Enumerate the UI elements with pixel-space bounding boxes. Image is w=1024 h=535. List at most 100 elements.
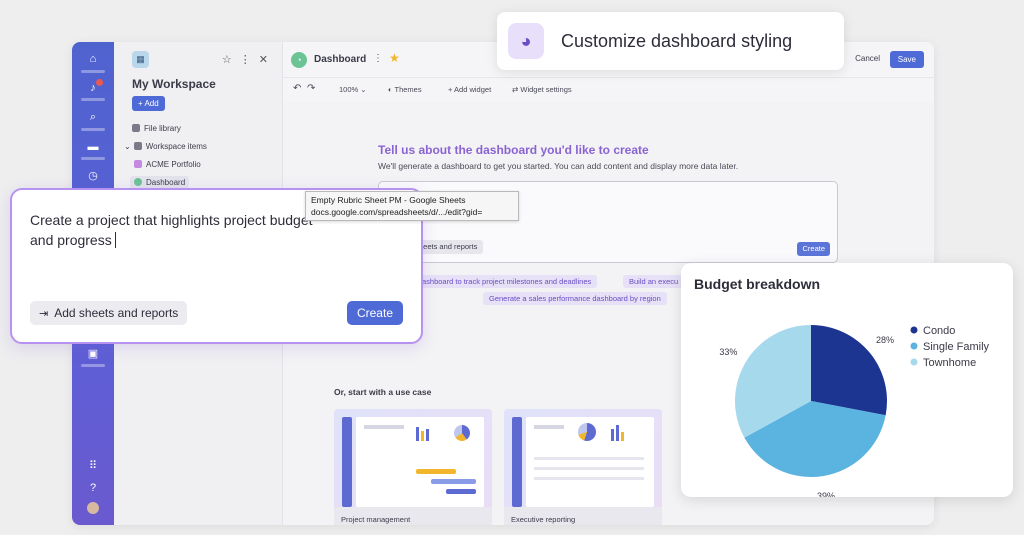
notification-badge [96,79,103,86]
rail-divider [81,128,105,131]
thumb-line [364,425,404,429]
cancel-button[interactable]: Cancel [855,54,880,63]
legend-label: Townhome [923,357,976,369]
thumb-sidebar [342,417,352,507]
thumb-page [526,417,654,507]
usecase-thumbnail [504,409,662,507]
sidebar-item-label: Workspace items [145,142,207,151]
themes-button[interactable]: ◐ Themes [388,85,422,94]
pie-chart: 28% 39% 33% Condo Single Family Townhome [719,325,990,497]
workspace-logo-icon: ▦ [132,51,149,68]
usecase-card-executive-reporting[interactable]: Executive reporting [504,409,662,525]
toolbar: ↶ ↷ 100% ⌄ ◐ Themes + Add widget ⇄ Widge… [283,78,934,102]
dashboard-icon: ◔ [291,52,307,68]
canvas-subheading: We'll generate a dashboard to get you st… [378,161,739,171]
save-button[interactable]: Save [889,51,924,68]
sidebar-item-label: Dashboard [146,178,186,187]
search-icon[interactable]: ⌕ [85,110,101,124]
thumb-gantt [416,469,456,474]
rail-divider [81,157,105,160]
budget-chart-card: Budget breakdown 28% 39% 33% Condo Single Fa… [681,263,1013,497]
legend-swatch [910,342,918,350]
rail-divider [81,70,105,73]
thumb-bar [421,431,424,441]
text-cursor [114,232,117,248]
import-icon: ⇥ [39,308,49,320]
pie-value-label: 28% [876,335,894,345]
dashboard-icon [134,178,142,186]
thumb-line [534,477,644,480]
thumb-bar [616,425,619,441]
thumb-page [356,417,484,507]
customize-banner: ◕ Customize dashboard styling [497,12,844,70]
suggestion-chip[interactable]: Generate a sales performance dashboard b… [483,292,667,305]
prompt-input[interactable]: Create a project that highlights project… [30,210,320,250]
legend-label: Condo [923,325,955,337]
portfolio-icon [134,160,142,168]
file-library-icon [132,124,140,132]
chevron-down-icon: ⌄ [124,142,131,151]
help-icon[interactable]: ? [85,481,101,495]
legend-swatch [910,326,918,334]
suggestion-chip[interactable]: Build an execu [623,275,685,288]
avatar[interactable] [87,502,99,514]
canvas-heading: Tell us about the dashboard you'd like t… [378,143,649,157]
customize-label: Customize dashboard styling [561,31,793,51]
home-icon[interactable]: ⌂ [85,52,101,66]
prompt-text: Create a project that highlights project… [30,212,313,248]
more-options-icon[interactable]: ⋮ [373,53,383,64]
folder-icon [133,142,142,150]
tooltip-url: docs.google.com/spreadsheets/d/.../edit?… [311,207,483,217]
page-title: Dashboard [314,54,367,65]
pie-value-label: 39% [817,491,835,497]
sidebar-tools: ☆⋮✕ [221,54,276,66]
zoom-value: 100% [339,85,359,94]
rail-divider [81,364,105,367]
thumb-line [534,457,644,460]
sidebar-item-label: ACME Portfolio [146,160,201,169]
usecase-label: Executive reporting [511,515,576,524]
thumb-sidebar [512,417,522,507]
sidebar-item-label: File library [144,124,181,133]
add-sheets-label: Add sheets and reports [54,306,179,320]
image-icon[interactable]: ▣ [85,347,101,361]
thumb-gantt [446,489,476,494]
rail-divider [81,98,105,101]
add-sheets-button[interactable]: heets and reports [413,240,484,254]
clock-icon[interactable]: ◷ [85,169,101,183]
add-widget-button[interactable]: + Add widget [448,85,491,94]
create-button[interactable]: Create [797,242,830,256]
sidebar-item-acme-portfolio[interactable]: ACME Portfolio [134,160,201,169]
usecase-card-project-management[interactable]: Project management [334,409,492,525]
thumb-bar [621,432,624,441]
thumb-bar [426,429,429,441]
pie-value-label: 33% [719,347,737,357]
thumb-pie [578,423,596,441]
thumb-line [534,425,564,429]
suggestion-chip[interactable]: ashboard to track project milestones and… [416,275,598,288]
add-button[interactable]: + Add [132,96,165,111]
widget-settings-button[interactable]: ⇄ Widget settings [512,85,572,94]
create-button[interactable]: Create [346,301,403,325]
sidebar-item-workspace-items[interactable]: ⌄ Workspace items [124,142,207,151]
add-sheets-button[interactable]: ⇥ Add sheets and reports [30,301,188,325]
usecase-heading: Or, start with a use case [334,387,432,397]
palette-icon: ◕ [508,23,544,59]
workspace-title: My Workspace [132,77,216,91]
tooltip-title: Empty Rubric Sheet PM - Google Sheets [311,195,466,205]
redo-icon[interactable]: ↷ [307,83,315,94]
star-icon[interactable]: ★ [389,51,400,65]
thumb-gantt [431,479,476,484]
legend-label: Single Family [923,341,990,353]
themes-label: Themes [394,85,422,94]
undo-icon[interactable]: ↶ [293,83,301,94]
zoom-select[interactable]: 100% ⌄ [339,85,367,94]
link-tooltip: Empty Rubric Sheet PM - Google Sheets do… [305,191,519,221]
usecase-thumbnail [334,409,492,507]
thumb-bar [416,427,419,441]
apps-grid-icon[interactable]: ⠿ [85,459,101,473]
sidebar-item-file-library[interactable]: File library [132,124,181,133]
usecase-label: Project management [341,515,411,524]
folder-icon[interactable]: ▬ [85,140,101,154]
thumb-bar [611,429,614,441]
